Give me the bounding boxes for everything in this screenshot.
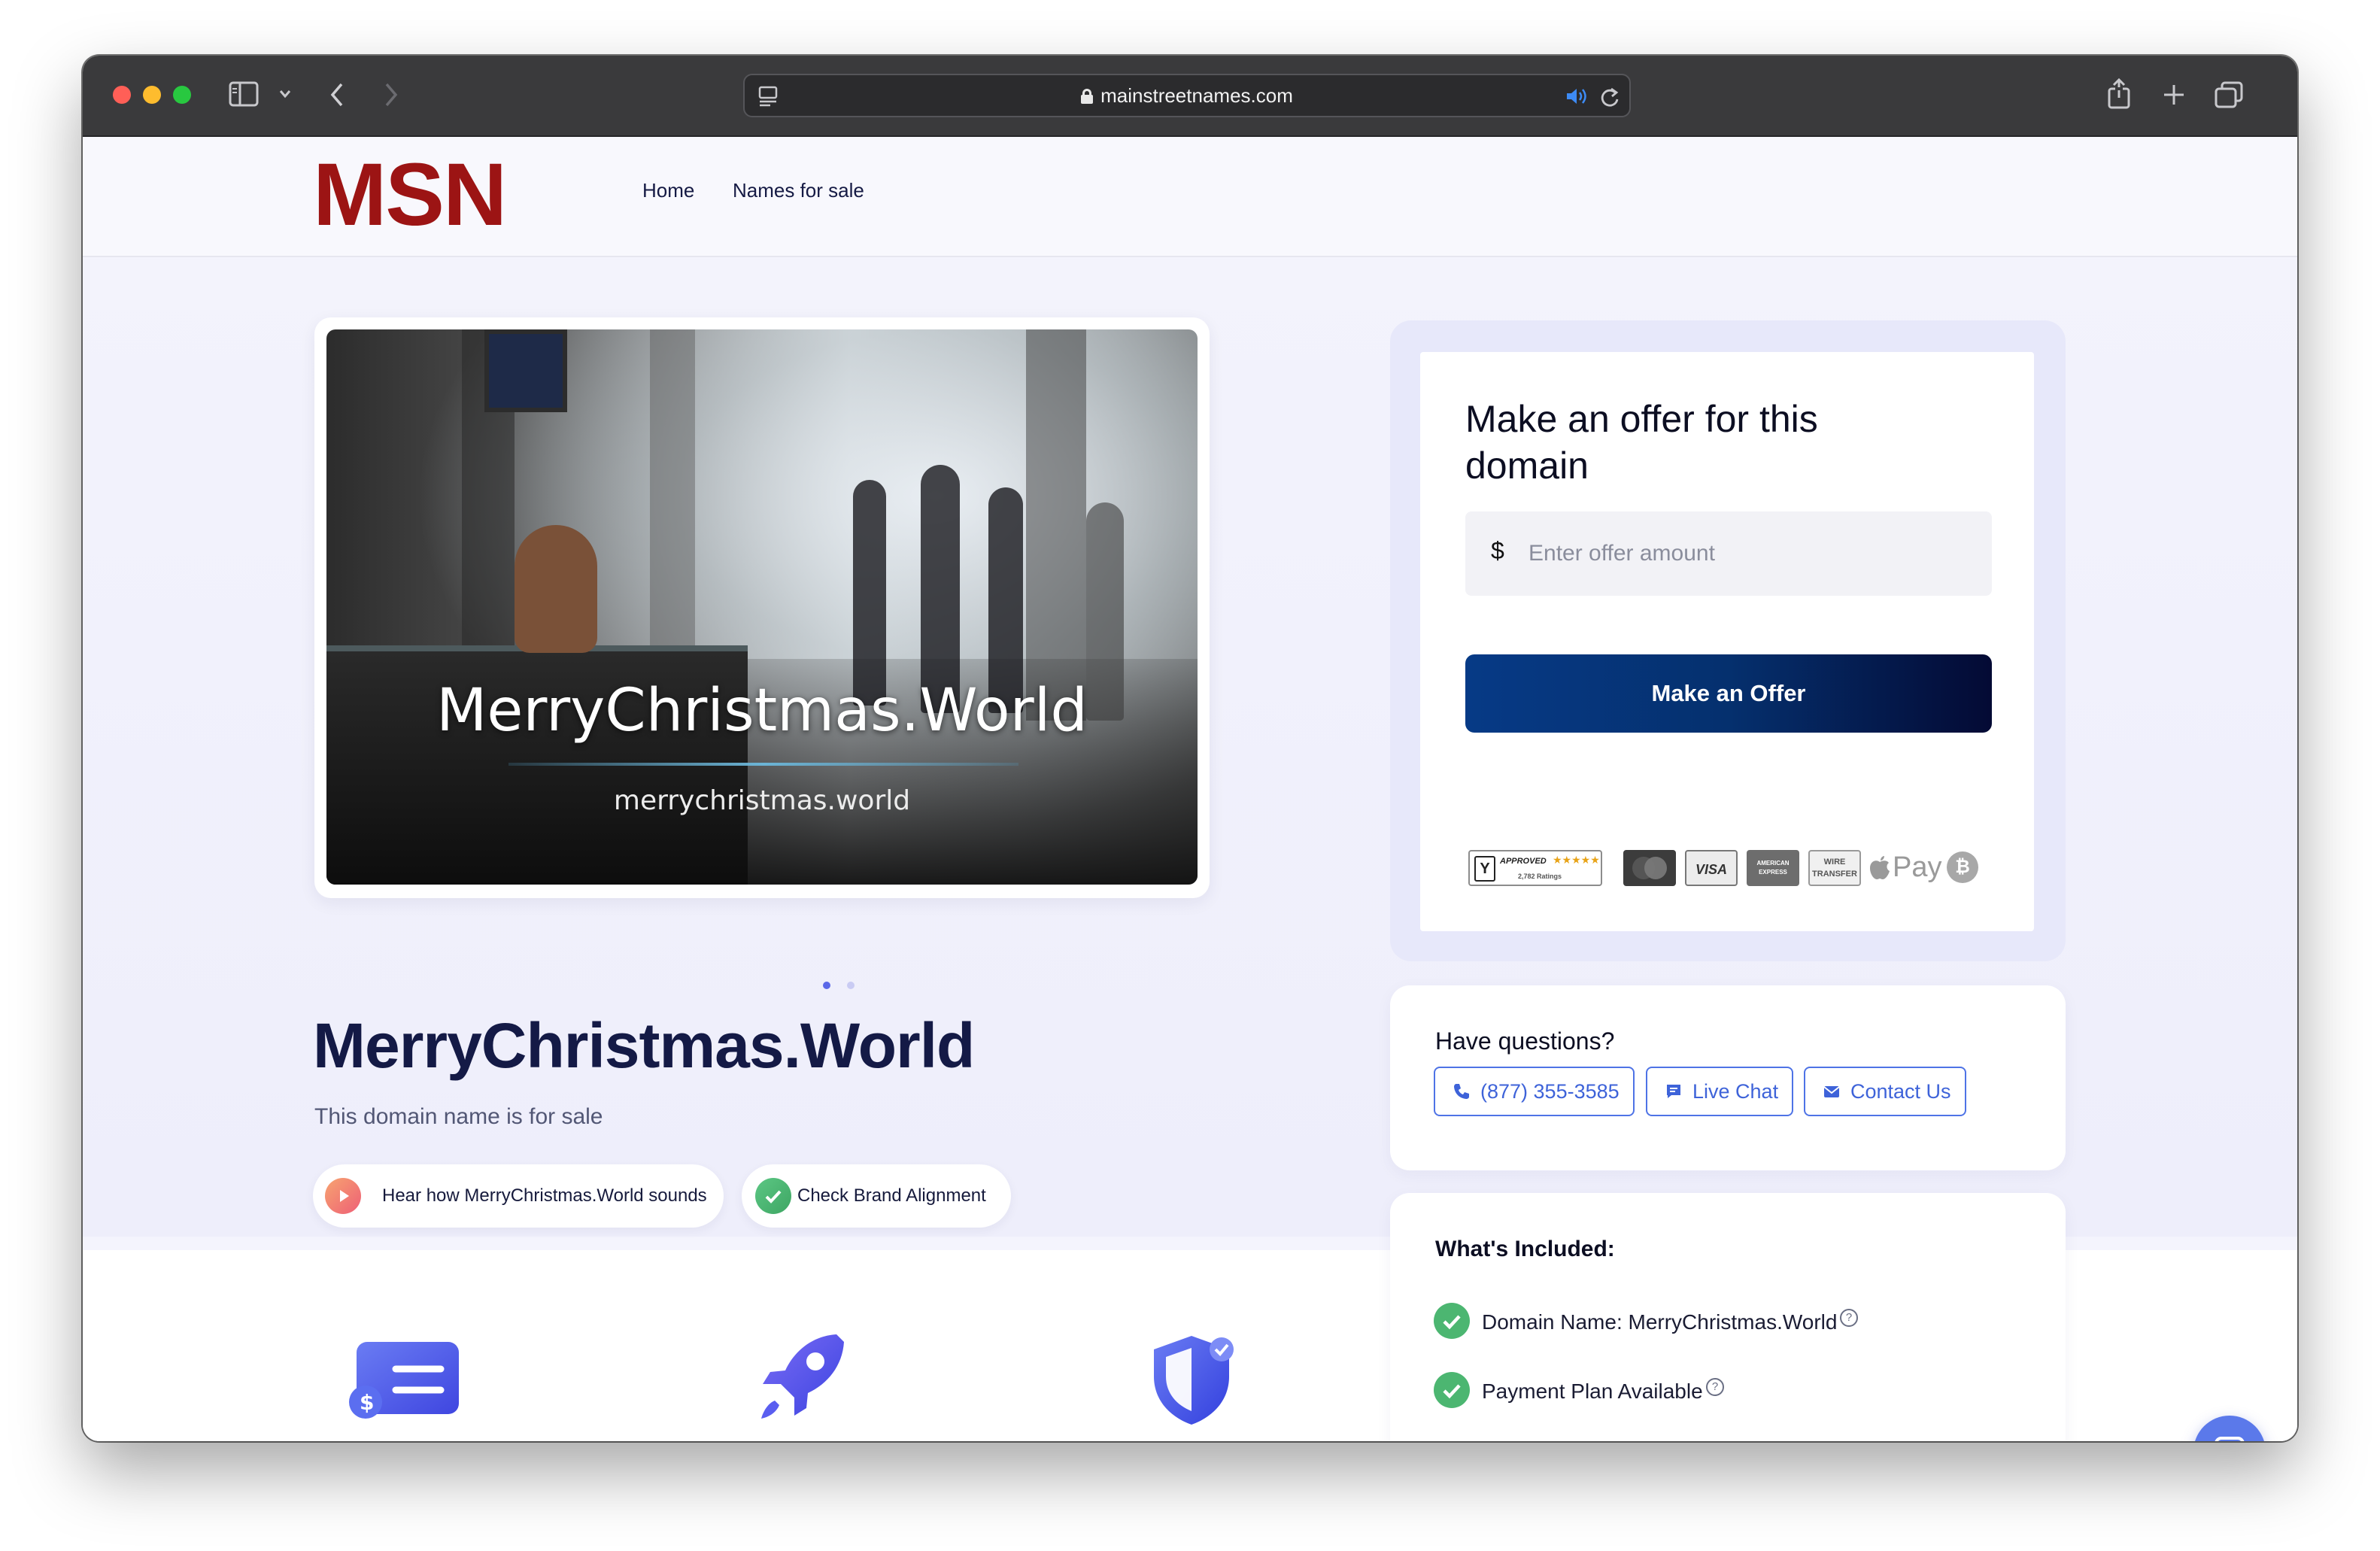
address-url: mainstreetnames.com xyxy=(745,84,1629,108)
play-icon xyxy=(325,1178,361,1214)
payment-card-icon: $ xyxy=(349,1342,459,1419)
ratings-count: 2,782 Ratings xyxy=(1518,873,1562,880)
domain-image-card: MerryChristmas.World merrychristmas.worl… xyxy=(314,317,1210,898)
carousel-dot-1[interactable] xyxy=(823,982,830,989)
amex-icon: AMERICAN EXPRESS xyxy=(1747,850,1799,886)
offer-amount-input[interactable] xyxy=(1528,531,1965,576)
questions-card: Have questions? (877) 355-3585 Live Chat… xyxy=(1390,985,2066,1170)
forward-icon[interactable] xyxy=(382,81,400,108)
offer-amount-field[interactable]: $ xyxy=(1465,511,1992,596)
browser-toolbar: mainstreetnames.com xyxy=(83,56,2297,137)
contact-us-button[interactable]: Contact Us xyxy=(1804,1067,1966,1116)
image-person xyxy=(853,480,886,706)
address-bar[interactable]: mainstreetnames.com xyxy=(743,74,1631,117)
carousel-dots xyxy=(823,979,871,993)
share-icon[interactable] xyxy=(2106,78,2132,110)
browser-window: mainstreetnames.com MSN Home Names for s… xyxy=(83,56,2297,1441)
check-icon xyxy=(1434,1372,1470,1408)
shield-icon xyxy=(1154,1336,1234,1425)
make-offer-button[interactable]: Make an Offer xyxy=(1465,654,1992,733)
live-chat-label: Live Chat xyxy=(1692,1079,1779,1103)
included-item-label: Domain Name: MerryChristmas.World xyxy=(1482,1310,1838,1334)
apple-pay-icon: Pay xyxy=(1868,850,1941,886)
svg-text:$: $ xyxy=(360,1390,374,1415)
page: MSN Home Names for sale MerryChristmas.W… xyxy=(83,137,2297,1441)
tabs-icon[interactable] xyxy=(2215,81,2243,108)
image-monitor xyxy=(484,329,567,412)
wire-transfer-icon: WIRE TRANSFER xyxy=(1808,850,1861,886)
mastercard-icon xyxy=(1623,850,1676,886)
phone-number: (877) 355-3585 xyxy=(1480,1079,1620,1103)
new-tab-icon[interactable] xyxy=(2162,83,2186,107)
mail-icon xyxy=(1822,1082,1841,1101)
chat-bubble-glyph xyxy=(2215,1437,2245,1441)
live-chat-button[interactable]: Live Chat xyxy=(1646,1067,1794,1116)
domain-title: MerryChristmas.World xyxy=(313,1010,975,1081)
phone-icon xyxy=(1452,1082,1471,1101)
hero-image-rule xyxy=(508,763,1018,766)
check-brand-label: Check Brand Alignment xyxy=(797,1185,986,1206)
included-item-label: Payment Plan Available xyxy=(1482,1380,1703,1403)
zoom-window-button[interactable] xyxy=(173,86,191,104)
offer-title: Make an offer for this domain xyxy=(1465,398,1818,487)
help-icon[interactable]: ? xyxy=(1706,1378,1724,1396)
chevron-down-icon[interactable] xyxy=(278,89,292,99)
phone-button[interactable]: (877) 355-3585 xyxy=(1434,1067,1635,1116)
image-person-hair xyxy=(515,525,597,653)
close-window-button[interactable] xyxy=(113,86,131,104)
approved-text: APPROVED xyxy=(1500,857,1547,866)
reload-icon[interactable] xyxy=(1599,86,1620,108)
site-logo[interactable]: MSN xyxy=(313,150,507,239)
apple-pay-label: Pay xyxy=(1893,851,1942,883)
hear-pronunciation-button[interactable]: Hear how MerryChristmas.World sounds xyxy=(313,1164,724,1228)
help-icon[interactable]: ? xyxy=(1840,1309,1858,1327)
chat-icon xyxy=(1664,1082,1683,1101)
nav-names-for-sale[interactable]: Names for sale xyxy=(733,179,864,202)
back-icon[interactable] xyxy=(328,81,346,108)
carousel-dot-2[interactable] xyxy=(847,982,855,989)
hero-image-title: MerryChristmas.World xyxy=(436,677,1088,745)
rating-stars: ★★★★★ xyxy=(1553,854,1600,866)
hear-pronunciation-label: Hear how MerryChristmas.World sounds xyxy=(382,1185,707,1206)
included-title: What's Included: xyxy=(1435,1237,1615,1261)
nav-home[interactable]: Home xyxy=(642,179,694,202)
lock-icon xyxy=(1081,89,1094,104)
hero-image-subtitle: merrychristmas.world xyxy=(613,785,911,816)
sidebar-icon[interactable] xyxy=(229,81,259,107)
url-text: mainstreetnames.com xyxy=(1100,84,1293,107)
check-icon xyxy=(1434,1303,1470,1339)
minimize-window-button[interactable] xyxy=(143,86,161,104)
speaker-icon[interactable] xyxy=(1565,86,1590,107)
check-icon xyxy=(755,1178,791,1214)
site-header: MSN Home Names for sale xyxy=(83,137,2297,257)
currency-symbol: $ xyxy=(1491,537,1504,564)
domain-subtitle: This domain name is for sale xyxy=(314,1104,603,1129)
bitcoin-icon: ₿ xyxy=(1947,851,1978,883)
included-card: What's Included: Domain Name: MerryChris… xyxy=(1390,1193,2066,1441)
questions-title: Have questions? xyxy=(1435,1027,1615,1055)
contact-us-label: Contact Us xyxy=(1850,1079,1951,1103)
visa-icon: VISA xyxy=(1685,850,1738,886)
image-person xyxy=(921,465,960,713)
approved-badge: Y APPROVED ★★★★★ 2,782 Ratings xyxy=(1468,850,1602,886)
domain-hero-image[interactable]: MerryChristmas.World merrychristmas.worl… xyxy=(326,329,1198,885)
offer-card: Make an offer for this domain $ Make an … xyxy=(1420,352,2034,931)
rocket-icon xyxy=(761,1334,844,1419)
check-brand-button[interactable]: Check Brand Alignment xyxy=(742,1164,1011,1228)
